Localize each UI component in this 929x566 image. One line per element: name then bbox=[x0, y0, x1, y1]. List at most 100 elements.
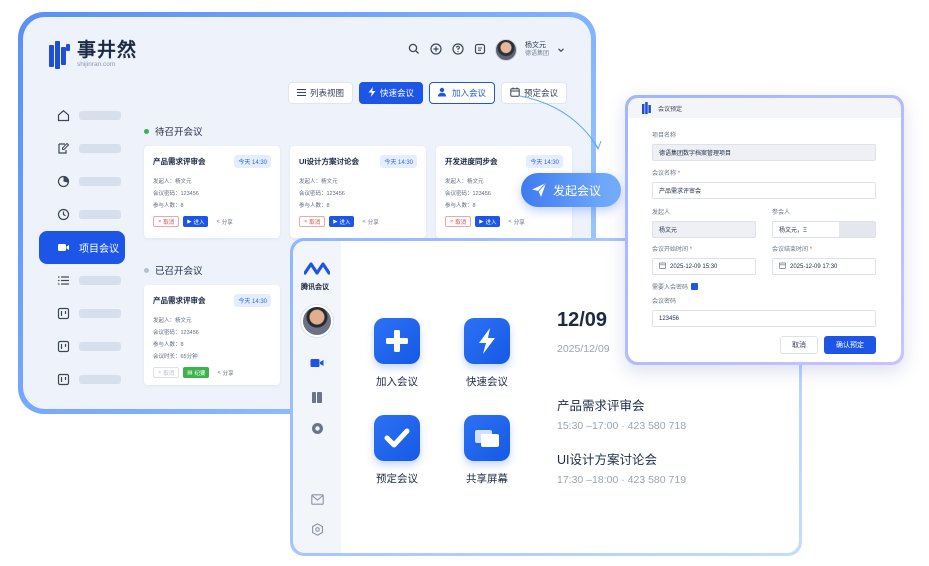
mail-icon[interactable] bbox=[309, 493, 325, 509]
enter-meeting-button[interactable]: ▶ 进入 bbox=[329, 216, 355, 227]
start-time-picker[interactable]: 2025-12-09 15:30 bbox=[652, 258, 756, 275]
schedule-item-title: 产品需求评审会 bbox=[557, 399, 645, 413]
meeting-title: 产品需求评审会 bbox=[153, 296, 206, 305]
cancel-button[interactable]: 取消 bbox=[780, 336, 818, 354]
password-field[interactable]: 123456 bbox=[652, 310, 876, 327]
booking-dialog: 会议预定 项目名称 德语集团数字档案管理项目 会议名称 * 产品需求评审会 发起… bbox=[625, 95, 904, 365]
booking-dialog-title: 会议预定 bbox=[658, 106, 683, 113]
home-icon bbox=[56, 109, 70, 123]
connector-arrow bbox=[519, 95, 602, 151]
password-checkbox[interactable] bbox=[691, 283, 699, 290]
cancel-meeting-button[interactable]: × 取消 bbox=[445, 216, 472, 227]
schedule-item[interactable]: UI设计方案讨论会 17:30 –18:00 · 423 580 719 bbox=[557, 449, 686, 486]
sidebar-item-placeholder bbox=[79, 177, 121, 186]
meeting-card[interactable]: UI设计方案讨论会 今天 14:30 发起人：杨文元 会议密码：123456 参… bbox=[290, 146, 426, 238]
meeting-time-badge: 今天 14:30 bbox=[380, 155, 417, 168]
user-info[interactable]: 杨文元 德语集团 bbox=[525, 41, 549, 59]
end-time-picker[interactable]: 2025-12-09 17:30 bbox=[772, 258, 876, 275]
enter-meeting-button[interactable]: ▶ 进入 bbox=[475, 216, 501, 227]
brand-name: 事井然 bbox=[77, 40, 138, 61]
add-circle-icon[interactable] bbox=[429, 43, 443, 57]
sidebar-item-placeholder bbox=[79, 210, 121, 219]
today-date: 12/09 bbox=[557, 309, 608, 331]
chevron-down-icon[interactable] bbox=[557, 43, 565, 57]
sidebar-item-board-3[interactable] bbox=[43, 363, 125, 396]
booking-dialog-header: 会议预定 bbox=[628, 98, 901, 118]
book-meeting-action[interactable]: 预定会议 bbox=[362, 415, 432, 486]
sidebar-item-home[interactable] bbox=[43, 99, 125, 132]
video-icon bbox=[56, 241, 70, 255]
join-meeting-button[interactable]: 加入会议 bbox=[428, 82, 495, 104]
meeting-password: 会议密码：123456 bbox=[299, 191, 345, 197]
confirm-booking-button[interactable]: 确认预定 bbox=[824, 336, 876, 354]
join-meeting-action[interactable]: 加入会议 bbox=[362, 318, 432, 389]
enter-meeting-button[interactable]: ▶ 进入 bbox=[183, 216, 209, 227]
cancel-meeting-button[interactable]: × 取消 bbox=[153, 216, 180, 227]
tencent-sidebar: 腾讯会议 bbox=[293, 241, 341, 553]
tencent-logo: 腾讯会议 bbox=[301, 261, 331, 292]
share-meeting-button[interactable]: < 分享 bbox=[213, 367, 237, 378]
meeting-name-field[interactable]: 产品需求评审会 bbox=[652, 182, 876, 199]
check-icon bbox=[384, 428, 410, 448]
upcoming-title-text: 待召开会议 bbox=[155, 127, 203, 138]
user-avatar[interactable] bbox=[494, 39, 517, 61]
meeting-minutes-button[interactable]: ▤ 纪要 bbox=[183, 367, 210, 378]
brand-domain: shijinran.com bbox=[77, 61, 116, 68]
list-icon bbox=[56, 274, 70, 288]
share-meeting-button[interactable]: < 分享 bbox=[504, 216, 528, 227]
schedule-item-title: UI设计方案讨论会 bbox=[557, 453, 658, 467]
meeting-participants: 参与人数：8 bbox=[299, 203, 330, 209]
participants-field[interactable]: 杨文元，Ξ bbox=[772, 221, 876, 238]
book-meeting-action-button[interactable] bbox=[374, 415, 420, 461]
video-icon[interactable] bbox=[309, 357, 325, 373]
share-meeting-button[interactable]: < 分享 bbox=[358, 216, 382, 227]
meeting-duration: 会议时长：65分钟 bbox=[153, 354, 198, 360]
status-dot bbox=[144, 128, 149, 134]
quick-meeting-action[interactable]: 快速会议 bbox=[452, 318, 522, 389]
user-avatar[interactable] bbox=[301, 305, 333, 337]
settings-gear-icon[interactable] bbox=[309, 523, 325, 539]
share-icon: < bbox=[508, 218, 512, 225]
sidebar-item-project-meeting[interactable]: 项目会议 bbox=[39, 231, 125, 264]
tencent-meeting-logo-icon bbox=[303, 262, 331, 275]
sidebar-item-board-2[interactable] bbox=[43, 330, 125, 363]
sidebar-item-stats[interactable] bbox=[43, 165, 125, 198]
sidebar-item-list[interactable] bbox=[43, 264, 125, 297]
share-meeting-button[interactable]: < 分享 bbox=[212, 216, 236, 227]
sidebar-item-schedule[interactable] bbox=[43, 198, 125, 231]
share-screen-action-button[interactable] bbox=[464, 415, 510, 461]
user-org: 德语集团 bbox=[524, 51, 549, 57]
cancel-meeting-button[interactable]: × 取消 bbox=[299, 216, 326, 227]
quick-meeting-button[interactable]: 快速会议 bbox=[358, 82, 423, 104]
participants-label: 参会人 bbox=[772, 210, 791, 216]
password-label: 会议密码 bbox=[652, 299, 677, 305]
sidebar-item-tasks[interactable] bbox=[43, 132, 125, 165]
share-screen-action[interactable]: 共享屏幕 bbox=[452, 415, 522, 486]
record-icon[interactable] bbox=[309, 422, 325, 438]
sidebar-item-placeholder bbox=[79, 375, 121, 384]
past-meeting-card[interactable]: 产品需求评审会 今天 14:30 发起人：杨文元 会议密码：123456 参与人… bbox=[144, 285, 280, 385]
user-add-icon bbox=[437, 87, 448, 99]
share-screen-action-label: 共享屏幕 bbox=[466, 473, 508, 485]
quick-meeting-action-button[interactable] bbox=[464, 318, 510, 364]
book-icon[interactable] bbox=[309, 391, 325, 407]
calendar-icon bbox=[779, 262, 786, 271]
share-icon: < bbox=[217, 369, 221, 376]
book-meeting-action-label: 预定会议 bbox=[376, 473, 418, 485]
brand-logo[interactable]: 事井然 shijinran.com bbox=[49, 41, 137, 69]
meeting-title: UI设计方案讨论会 bbox=[299, 157, 359, 166]
meeting-password: 会议密码：123456 bbox=[153, 191, 199, 197]
lightning-icon bbox=[368, 87, 376, 99]
join-meeting-action-button[interactable] bbox=[374, 318, 420, 364]
meeting-initiator: 发起人：杨文元 bbox=[299, 179, 338, 185]
list-view-label: 列表视图 bbox=[309, 88, 344, 98]
send-icon bbox=[532, 182, 547, 197]
sidebar-item-board-1[interactable] bbox=[43, 297, 125, 330]
launch-meeting-button[interactable]: 发起会议 bbox=[521, 173, 621, 207]
schedule-item[interactable]: 产品需求评审会 15:30 –17:00 · 423 580 718 bbox=[557, 395, 686, 432]
message-icon[interactable] bbox=[473, 43, 487, 57]
list-view-button[interactable]: 列表视图 bbox=[287, 82, 353, 104]
search-icon[interactable] bbox=[407, 43, 421, 57]
meeting-card[interactable]: 产品需求评审会 今天 14:30 发起人：杨文元 会议密码：123456 参与人… bbox=[144, 146, 280, 238]
help-icon[interactable] bbox=[451, 43, 465, 57]
